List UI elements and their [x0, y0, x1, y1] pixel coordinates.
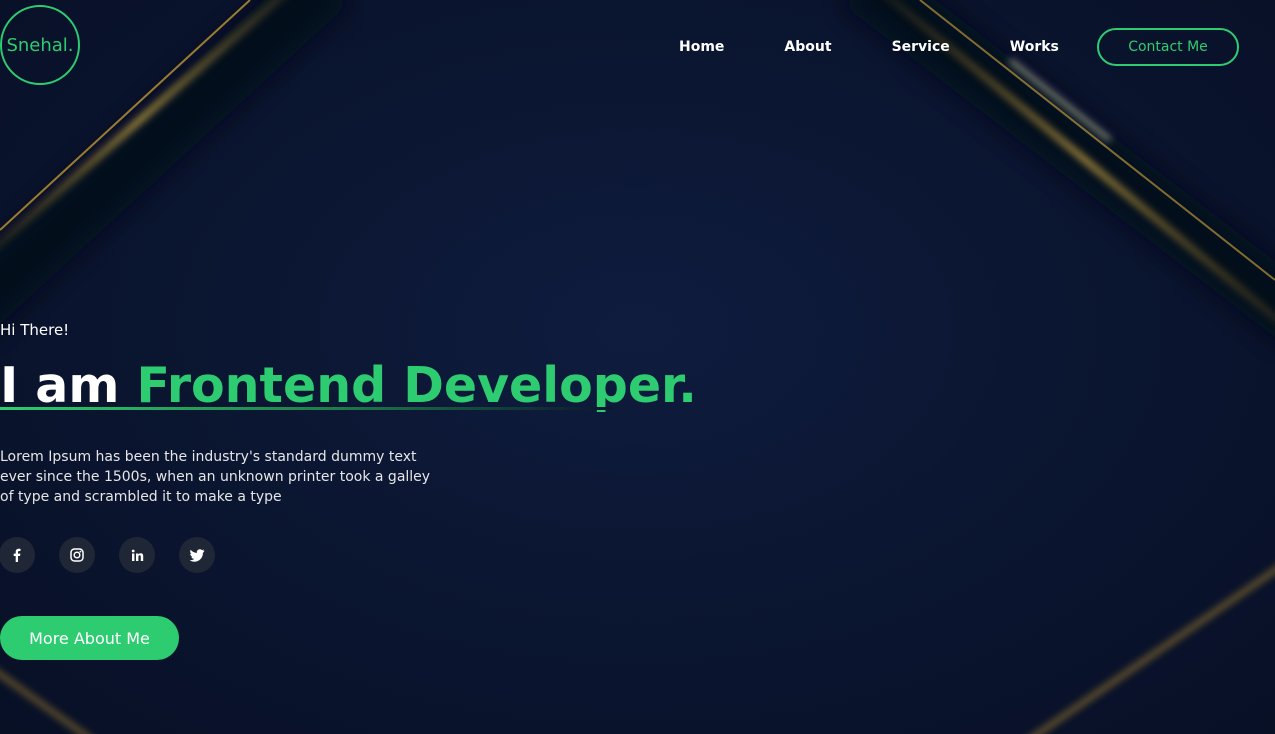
contact-button[interactable]: Contact Me [1097, 28, 1239, 66]
main-nav: Home About Service Works [650, 37, 1059, 57]
facebook-link[interactable] [0, 537, 35, 573]
instagram-link[interactable] [59, 537, 95, 573]
facebook-icon [13, 548, 21, 562]
headline-underline [0, 407, 612, 410]
nav-service[interactable]: Service [892, 37, 950, 57]
twitter-link[interactable] [179, 537, 215, 573]
brand-logo[interactable]: Snehal. [0, 5, 80, 85]
hero-greeting: Hi There! [0, 321, 70, 339]
nav-works[interactable]: Works [1010, 37, 1059, 57]
twitter-icon [189, 548, 204, 562]
headline-accent: Frontend Developer. [136, 357, 697, 414]
headline-prefix: I am [0, 357, 137, 414]
nav-about[interactable]: About [784, 37, 831, 57]
hero-description: Lorem Ipsum has been the industry's stan… [0, 449, 431, 505]
linkedin-icon [131, 549, 143, 561]
nav-home[interactable]: Home [679, 37, 724, 57]
linkedin-link[interactable] [119, 537, 155, 573]
more-about-me-button[interactable]: More About Me [0, 616, 179, 660]
instagram-icon [70, 548, 84, 562]
